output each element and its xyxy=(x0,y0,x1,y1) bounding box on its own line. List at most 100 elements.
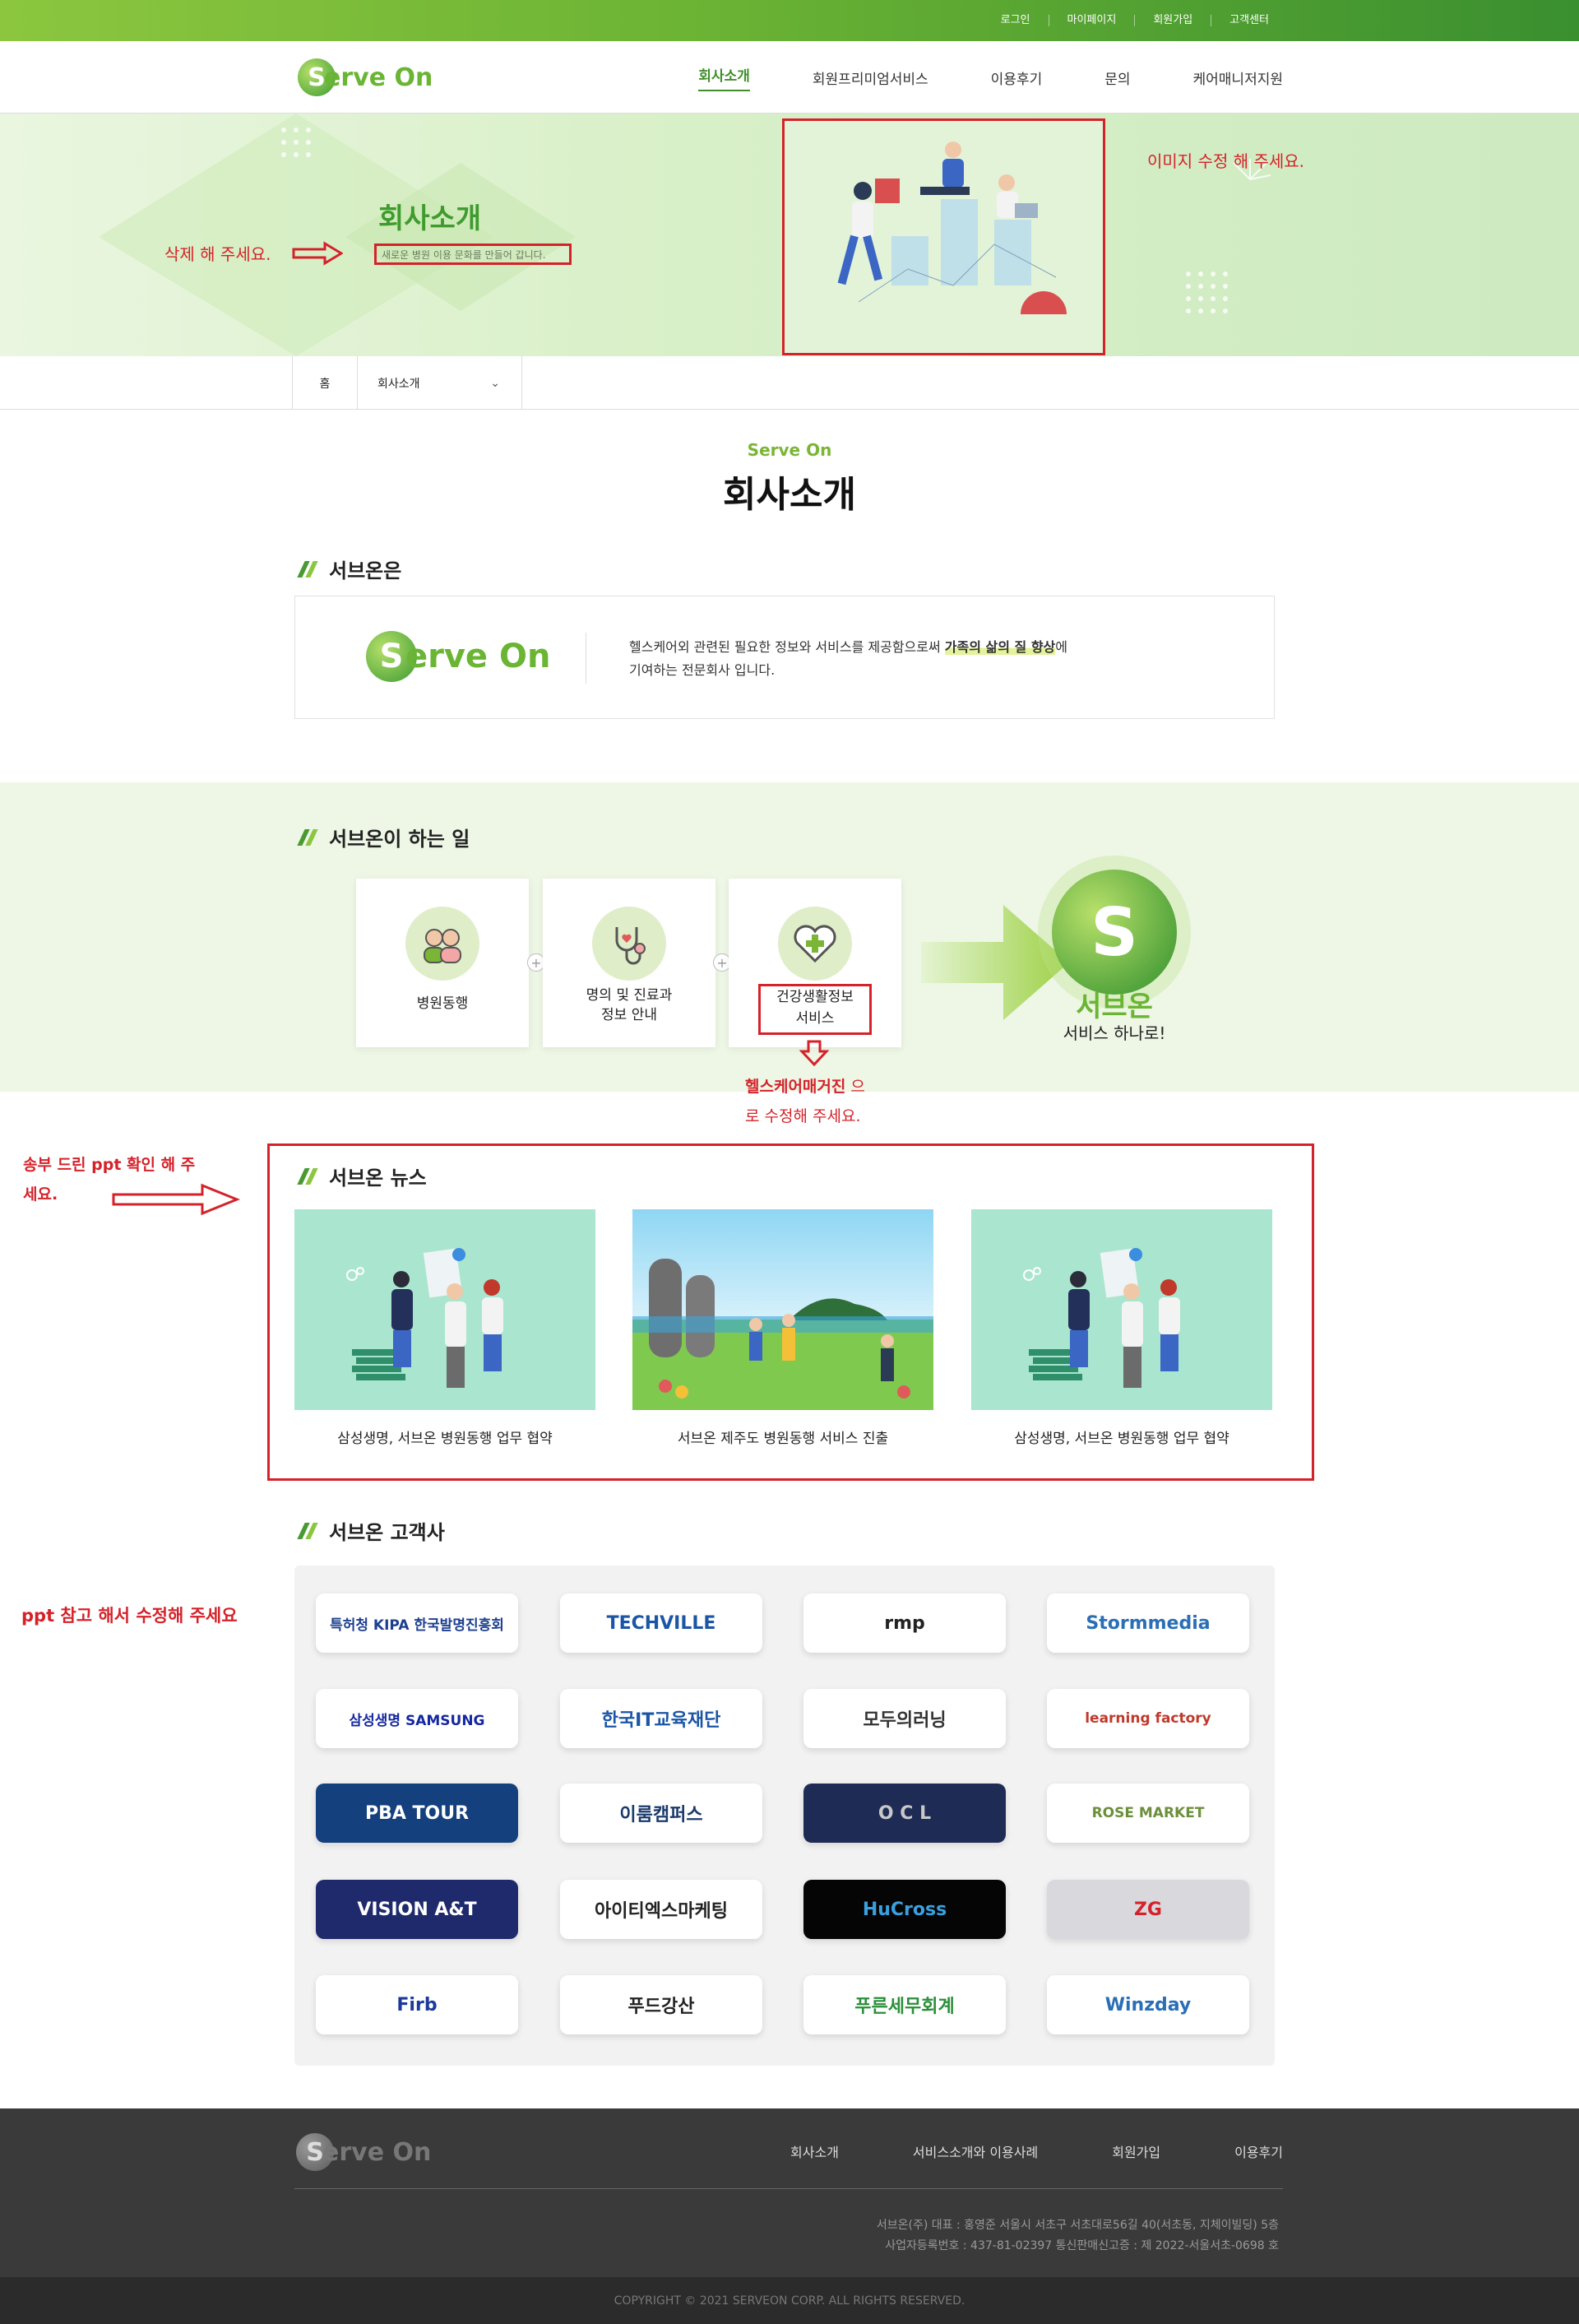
annotation-delete: 삭제 해 주세요. xyxy=(164,244,271,264)
signup-link[interactable]: 회원가입 xyxy=(1134,15,1211,26)
footer-registration: 사업자등록번호 : 437-81-02397 통신판매신고증 : 제 2022-… xyxy=(885,2239,1279,2252)
service-card-doctor-info[interactable]: 명의 및 진료과 정보 안내 xyxy=(543,879,715,1047)
footer-link-reviews[interactable]: 이용후기 xyxy=(1234,2141,1283,2161)
service-card-hospital[interactable]: 병원동행 xyxy=(356,879,529,1047)
about-title-text: 서브온은 xyxy=(329,559,402,582)
annotation-work: 헬스케어매거진 으 xyxy=(745,1074,865,1097)
client-logo: 푸드강산 xyxy=(560,1975,762,2034)
annotation-edit-image: 이미지 수정 해 주세요. xyxy=(1147,151,1305,171)
handshake-illustration-icon xyxy=(346,1248,503,1388)
news-title-text: 서브온 뉴스 xyxy=(329,1167,427,1190)
client-logo: 푸른세무회계 xyxy=(803,1975,1006,2034)
news-section-title: 서브온 뉴스 xyxy=(298,1162,427,1190)
about-logo-text: erve On xyxy=(405,638,551,675)
client-logo: Winzday xyxy=(1047,1975,1249,2034)
client-logo: 아이티엑스마케팅 xyxy=(560,1880,762,1939)
people-icon xyxy=(405,907,479,981)
clients-section-title: 서브온 고객사 xyxy=(298,1516,445,1545)
news-caption: 삼성생명, 서브온 병원동행 업무 협약 xyxy=(337,1431,553,1447)
about-highlight: 가족의 삶의 질 향상 xyxy=(944,639,1056,655)
work-title-text: 서브온이 하는 일 xyxy=(329,828,470,851)
about-text-2: 에 xyxy=(1055,639,1068,655)
breadcrumb-home[interactable]: 홈 xyxy=(292,356,358,410)
chevron-down-icon: ⌄ xyxy=(490,376,500,390)
about-logo: S erve On xyxy=(366,631,550,682)
nav-item-premium[interactable]: 회원프리미엄서비스 xyxy=(813,67,928,88)
login-link[interactable]: 로그인 xyxy=(983,15,1049,26)
footer-menu: 회사소개 서비스소개와 이용사례 회원가입 이용후기 xyxy=(716,2141,1283,2161)
copyright: COPYRIGHT © 2021 SERVEON CORP. ALL RIGHT… xyxy=(0,2277,1579,2324)
news-card[interactable]: 서브온 제주도 병원동행 서비스 진출 xyxy=(632,1209,933,1447)
service-label: 명의 및 진료과 정보 안내 xyxy=(586,987,673,1023)
about-section-title: 서브온은 xyxy=(298,554,401,583)
service-label: 건강생활정보 서비스 xyxy=(758,984,872,1035)
slash-icon xyxy=(298,1523,317,1539)
breadcrumb: 홈 회사소개 ⌄ xyxy=(0,356,1579,410)
client-logo: 모두의러닝 xyxy=(803,1689,1006,1748)
footer: S erve On 회사소개 서비스소개와 이용사례 회원가입 이용후기 서브온… xyxy=(0,2108,1579,2277)
slash-icon xyxy=(298,561,317,578)
about-text-3: 기여하는 전문회사 입니다. xyxy=(629,662,776,678)
top-utility-bar: 로그인 마이페이지 회원가입 고객센터 xyxy=(0,0,1579,41)
client-logo: ROSE MARKET xyxy=(1047,1784,1249,1843)
main-nav: 회사소개 회원프리미엄서비스 이용후기 문의 케어매니저지원 xyxy=(636,41,1283,114)
annotation-work-bold: 헬스케어매거진 xyxy=(745,1078,846,1096)
hero-subtitle: 새로운 병원 이용 문화를 만들어 갑니다. xyxy=(374,244,572,265)
footer-address: 서브온(주) 대표 : 홍영준 서울시 서초구 서초대로56길 40(서초동, … xyxy=(876,2219,1279,2232)
hero-illustration xyxy=(782,118,1105,355)
news-card[interactable]: 삼성생명, 서브온 병원동행 업무 협약 xyxy=(971,1209,1272,1447)
about-box: S erve On 헬스케어외 관련된 필요한 정보와 서비스를 제공함으로써 … xyxy=(294,596,1275,719)
handshake-illustration-icon xyxy=(1023,1248,1180,1388)
footer-logo[interactable]: S erve On xyxy=(296,2133,431,2171)
heart-plus-icon xyxy=(778,907,852,981)
page-title: 회사소개 xyxy=(723,474,856,516)
work-section-title: 서브온이 하는 일 xyxy=(298,823,470,851)
news-thumbnail xyxy=(971,1209,1272,1410)
nav-item-inquiry[interactable]: 문의 xyxy=(1104,67,1130,88)
client-logo: 한국IT교육재단 xyxy=(560,1689,762,1748)
annotation-work-3: 로 수정해 주세요. xyxy=(745,1107,861,1125)
page-eyebrow: Serve On xyxy=(747,440,832,460)
nav-item-company[interactable]: 회사소개 xyxy=(698,64,750,91)
customer-center-link[interactable]: 고객센터 xyxy=(1211,15,1287,26)
main-header: S erve On 회사소개 회원프리미엄서비스 이용후기 문의 케어매니저지원 xyxy=(0,41,1579,114)
client-logo: learning factory xyxy=(1047,1689,1249,1748)
news-thumbnail xyxy=(294,1209,595,1410)
annotation-arrow-icon xyxy=(292,241,343,266)
client-logo: PBA TOUR xyxy=(316,1784,518,1843)
client-logo: 특허청 KIPA 한국발명진흥회 xyxy=(316,1593,518,1653)
client-logo: TECHVILLE xyxy=(560,1593,762,1653)
brand-mark: S xyxy=(1052,870,1177,995)
site-logo[interactable]: S erve On xyxy=(298,58,433,96)
breadcrumb-select[interactable]: 회사소개 ⌄ xyxy=(358,356,522,410)
client-logo: Stormmedia xyxy=(1047,1593,1249,1653)
footer-link-signup[interactable]: 회원가입 xyxy=(1112,2141,1160,2161)
news-thumbnail xyxy=(632,1209,933,1410)
annotation-clients: ppt 참고 해서 수정해 주세요 xyxy=(21,1606,238,1626)
hero-banner: 회사소개 새로운 병원 이용 문화를 만들어 갑니다. 삭제 해 주세요. 이미… xyxy=(0,114,1579,356)
mypage-link[interactable]: 마이페이지 xyxy=(1048,15,1135,26)
service-card-health-info[interactable]: 건강생활정보 서비스 xyxy=(729,879,901,1047)
breadcrumb-current: 회사소개 xyxy=(377,377,420,391)
footer-info: 서브온(주) 대표 : 홍영준 서울시 서초구 서초대로56길 40(서초동, … xyxy=(877,2215,1279,2257)
client-logo: 이룸캠퍼스 xyxy=(560,1784,762,1843)
annotation-work-2: 으 xyxy=(845,1078,865,1096)
nav-item-caremanager[interactable]: 케어매니저지원 xyxy=(1193,67,1283,88)
hero-title: 회사소개 xyxy=(378,202,482,235)
brand-tagline: 서비스 하나로! xyxy=(1063,1023,1166,1043)
footer-logo-text: erve On xyxy=(322,2137,432,2167)
footer-link-company[interactable]: 회사소개 xyxy=(790,2141,839,2161)
client-logo: Firb xyxy=(316,1975,518,2034)
news-card[interactable]: 삼성생명, 서브온 병원동행 업무 협약 xyxy=(294,1209,595,1447)
stethoscope-icon xyxy=(592,907,666,981)
client-logo: 삼성생명 SAMSUNG xyxy=(316,1689,518,1748)
client-logo: ZG xyxy=(1047,1880,1249,1939)
annotation-down-arrow-icon xyxy=(799,1040,829,1066)
logo-text: erve On xyxy=(324,63,433,92)
footer-divider xyxy=(294,2188,1283,2189)
team-illustration-icon xyxy=(837,141,1067,339)
slash-icon xyxy=(298,1168,317,1185)
nav-item-reviews[interactable]: 이용후기 xyxy=(991,67,1043,88)
footer-link-service[interactable]: 서비스소개와 이용사례 xyxy=(913,2141,1038,2161)
news-caption: 삼성생명, 서브온 병원동행 업무 협약 xyxy=(1014,1431,1229,1447)
